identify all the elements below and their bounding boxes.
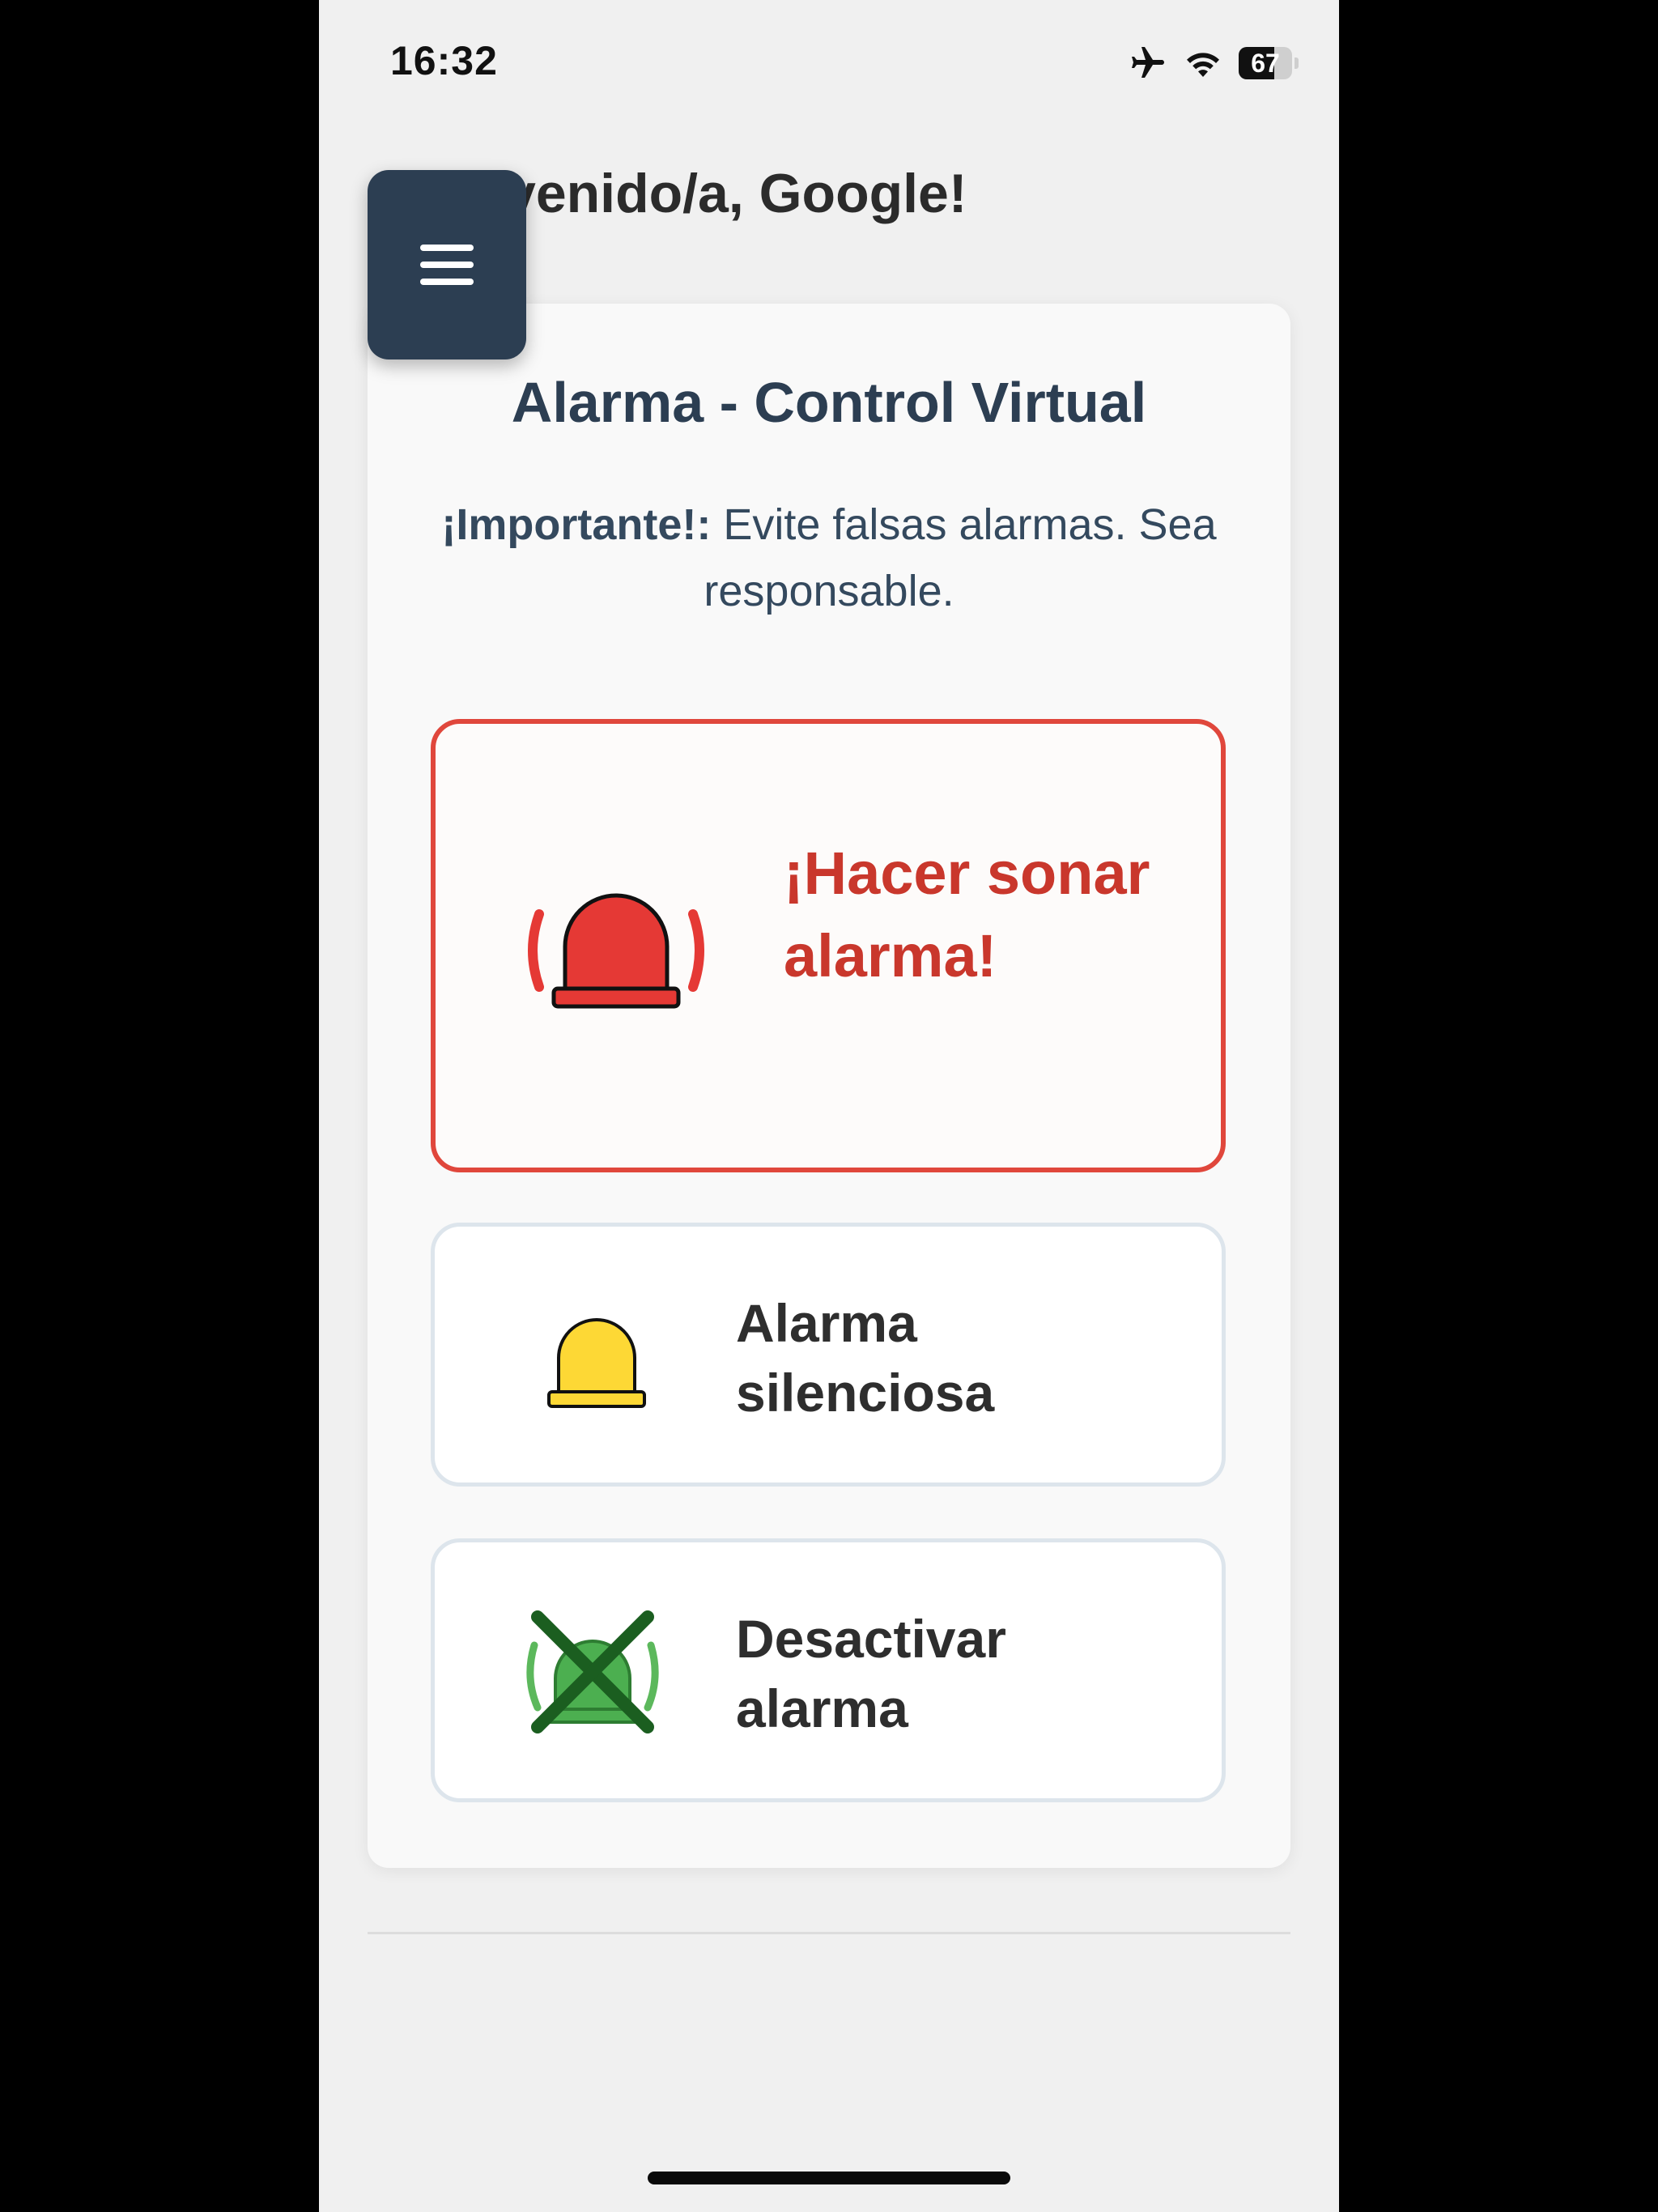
- sound-alarm-label: ¡Hacer sonar alarma!: [784, 840, 1150, 989]
- battery-level: 67: [1251, 49, 1280, 78]
- deactivate-alarm-label: Desactivar alarma: [736, 1609, 1006, 1738]
- silent-alarm-button[interactable]: Alarma silenciosa: [431, 1223, 1226, 1487]
- sound-alarm-button[interactable]: ¡Hacer sonar alarma!: [431, 719, 1226, 1172]
- notice-label: ¡Importante!:: [441, 500, 712, 549]
- red-siren-ringing-icon: [528, 893, 704, 1009]
- menu-button[interactable]: [368, 170, 526, 359]
- notice-text: Evite falsas alarmas. Sea responsable.: [704, 500, 1217, 615]
- silent-alarm-label: Alarma silenciosa: [736, 1293, 995, 1423]
- airplane-icon: [1132, 47, 1164, 78]
- alarm-control-card: Alarma - Control Virtual ¡Importante!: E…: [368, 304, 1290, 1868]
- battery-icon: 67: [1239, 47, 1299, 79]
- deactivate-alarm-button[interactable]: Desactivar alarma: [431, 1538, 1226, 1802]
- hamburger-menu-icon: [420, 234, 474, 296]
- yellow-siren-icon: [547, 1318, 646, 1408]
- status-icons: 67: [1129, 40, 1299, 86]
- divider: [368, 1932, 1290, 1934]
- warning-notice: ¡Importante!: Evite falsas alarmas. Sea …: [416, 491, 1242, 624]
- green-siren-crossed-icon: [526, 1610, 659, 1733]
- phone-screen: 16:32 67 ¡Bienvenido/a, Google! Alarma -…: [319, 0, 1339, 2212]
- card-title: Alarma - Control Virtual: [511, 371, 1147, 434]
- wifi-icon: [1187, 53, 1219, 77]
- status-time: 16:32: [390, 38, 498, 83]
- home-indicator[interactable]: [648, 2172, 1010, 2184]
